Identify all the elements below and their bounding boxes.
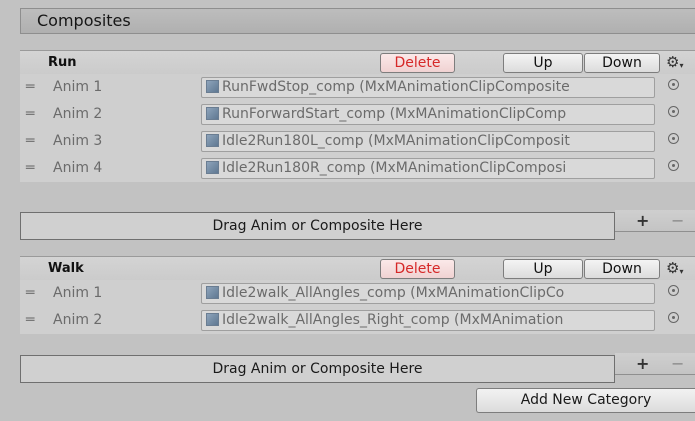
anim-value: RunForwardStart_comp (MxMAnimationClipCo… [222, 106, 567, 122]
anim-label: Anim 3 [53, 133, 103, 149]
list-item: ═ Anim 4 Idle2Run180R_comp (MxMAnimation… [20, 155, 695, 182]
anim-object-field[interactable]: Idle2Run180R_comp (MxMAnimationClipCompo… [201, 158, 655, 179]
drag-handle-icon[interactable]: ═ [26, 80, 34, 94]
gear-icon[interactable]: ⚙▾ [666, 259, 683, 281]
anim-object-field[interactable]: RunForwardStart_comp (MxMAnimationClipCo… [201, 104, 655, 125]
down-button[interactable]: Down [584, 259, 660, 279]
anim-object-field[interactable]: Idle2Run180L_comp (MxMAnimationClipCompo… [201, 131, 655, 152]
add-new-category-button[interactable]: Add New Category [476, 388, 695, 413]
drag-handle-icon[interactable]: ═ [26, 161, 34, 175]
drop-zone-walk[interactable]: Drag Anim or Composite Here [20, 355, 615, 383]
object-picker-icon[interactable] [668, 285, 679, 296]
category-header-walk: Walk Delete Up Down ⚙▾ [20, 256, 695, 280]
up-button[interactable]: Up [503, 53, 583, 73]
delete-button[interactable]: Delete [380, 53, 455, 73]
list-controls-run: + − [615, 210, 695, 232]
delete-button[interactable]: Delete [380, 259, 455, 279]
gear-icon[interactable]: ⚙▾ [666, 53, 683, 75]
asset-icon [206, 161, 219, 174]
category-name: Walk [48, 261, 84, 276]
object-picker-icon[interactable] [668, 312, 679, 323]
remove-icon[interactable]: − [671, 211, 684, 230]
anim-object-field[interactable]: Idle2walk_AllAngles_comp (MxMAnimationCl… [201, 283, 655, 304]
list-item: ═ Anim 1 RunFwdStop_comp (MxMAnimationCl… [20, 74, 695, 101]
down-button[interactable]: Down [584, 53, 660, 73]
anim-label: Anim 2 [53, 106, 103, 122]
anim-list-walk: ═ Anim 1 Idle2walk_AllAngles_comp (MxMAn… [20, 280, 695, 334]
add-icon[interactable]: + [636, 354, 649, 373]
anim-object-field[interactable]: Idle2walk_AllAngles_Right_comp (MxMAnima… [201, 310, 655, 331]
drag-handle-icon[interactable]: ═ [26, 134, 34, 148]
drag-handle-icon[interactable]: ═ [26, 313, 34, 327]
anim-value: Idle2Run180R_comp (MxMAnimationClipCompo… [222, 160, 567, 176]
add-icon[interactable]: + [636, 211, 649, 230]
anim-value: Idle2Run180L_comp (MxMAnimationClipCompo… [222, 133, 570, 149]
list-item: ═ Anim 2 Idle2walk_AllAngles_Right_comp … [20, 307, 695, 334]
anim-value: Idle2walk_AllAngles_Right_comp (MxMAnima… [222, 312, 564, 328]
asset-icon [206, 80, 219, 93]
list-item: ═ Anim 1 Idle2walk_AllAngles_comp (MxMAn… [20, 280, 695, 307]
drag-handle-icon[interactable]: ═ [26, 107, 34, 121]
anim-object-field[interactable]: RunFwdStop_comp (MxMAnimationClipComposi… [201, 77, 655, 98]
drop-zone-run[interactable]: Drag Anim or Composite Here [20, 212, 615, 240]
anim-value: RunFwdStop_comp (MxMAnimationClipComposi… [222, 79, 570, 95]
anim-label: Anim 1 [53, 285, 103, 301]
asset-icon [206, 107, 219, 120]
anim-value: Idle2walk_AllAngles_comp (MxMAnimationCl… [222, 285, 565, 301]
remove-icon[interactable]: − [671, 354, 684, 373]
object-picker-icon[interactable] [668, 133, 679, 144]
composites-header: Composites [20, 8, 695, 34]
asset-icon [206, 134, 219, 147]
drag-handle-icon[interactable]: ═ [26, 286, 34, 300]
up-button[interactable]: Up [503, 259, 583, 279]
anim-list-run: ═ Anim 1 RunFwdStop_comp (MxMAnimationCl… [20, 74, 695, 182]
list-controls-walk: + − [615, 353, 695, 375]
category-header-run: Run Delete Up Down ⚙▾ [20, 50, 695, 74]
list-item: ═ Anim 2 RunForwardStart_comp (MxMAnimat… [20, 101, 695, 128]
asset-icon [206, 313, 219, 326]
object-picker-icon[interactable] [668, 160, 679, 171]
panel-title: Composites [37, 11, 131, 30]
anim-label: Anim 2 [53, 312, 103, 328]
list-item: ═ Anim 3 Idle2Run180L_comp (MxMAnimation… [20, 128, 695, 155]
object-picker-icon[interactable] [668, 79, 679, 90]
anim-label: Anim 4 [53, 160, 103, 176]
anim-label: Anim 1 [53, 79, 103, 95]
category-name: Run [48, 55, 77, 70]
asset-icon [206, 286, 219, 299]
object-picker-icon[interactable] [668, 106, 679, 117]
